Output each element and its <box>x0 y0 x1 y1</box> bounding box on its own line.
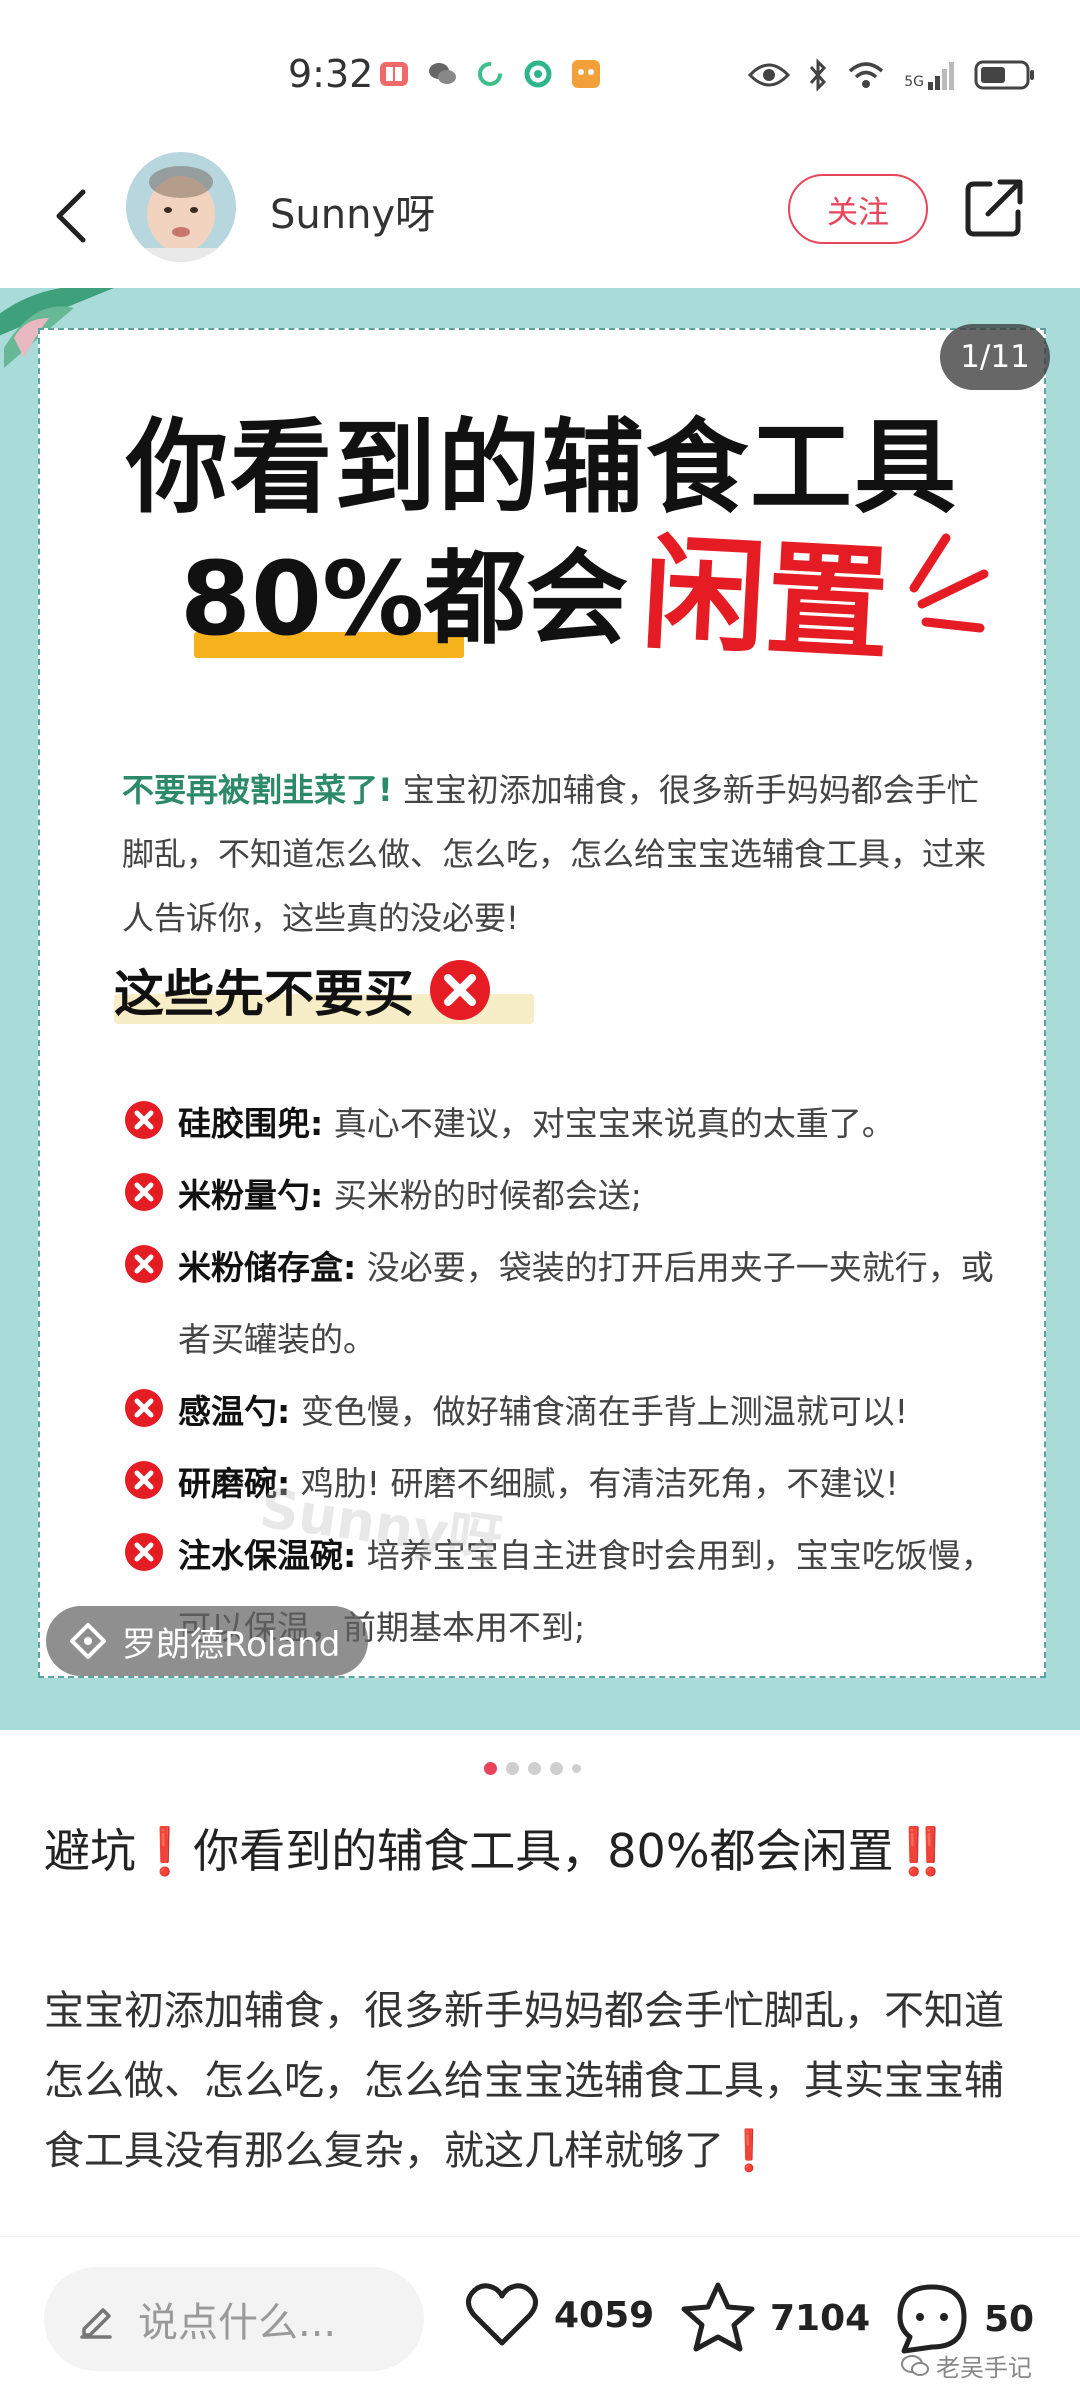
item-label: 米粉储存盒: <box>178 1248 357 1287</box>
exclamation-icon: ❗ <box>136 1824 194 1878</box>
eye-icon <box>748 63 791 87</box>
notification-icons <box>378 58 602 90</box>
infographic-title: 你看到的辅食工具 <box>126 409 958 528</box>
item-label: 感温勺: <box>178 1392 291 1431</box>
page-counter: 1/11 <box>940 324 1050 390</box>
share-icon <box>965 179 1023 237</box>
do-not-buy-list: 硅胶围兜: 真心不建议，对宝宝来说真的太重了。 米粉量勺: 买米粉的时候都会送;… <box>124 1088 1024 1664</box>
heart-icon <box>466 2283 538 2346</box>
x-circle-icon <box>125 1461 163 1499</box>
follow-button[interactable]: 关注 <box>788 174 928 244</box>
battery-icon <box>974 60 1034 90</box>
share-button[interactable] <box>962 176 1026 240</box>
x-circle-icon <box>125 1533 163 1571</box>
wechat-icon <box>429 63 456 84</box>
carousel-dot <box>506 1762 519 1775</box>
subtitle-red: 闲置 <box>638 521 894 679</box>
list-item: 米粉储存盒: 没必要，袋装的打开后用夹子一夹就行，或者买罐装的。 <box>124 1232 1024 1376</box>
post-title-part: 你看到的辅食工具，80%都会闲置 <box>193 1824 894 1878</box>
infographic-card: 你看到的辅食工具 80%都会 闲置 不要再被割韭菜了! 宝宝初添加辅食，很多新手… <box>38 328 1046 1678</box>
back-button[interactable] <box>40 178 100 254</box>
infographic-intro: 不要再被割韭菜了! 宝宝初添加辅食，很多新手妈妈都会手忙脚乱，不知道怎么做、怎么… <box>122 758 1002 950</box>
comment-placeholder: 说点什么... <box>138 2300 337 2346</box>
post-title-part: 避坑 <box>44 1824 136 1878</box>
like-count: 4059 <box>554 2294 655 2336</box>
source-watermark: 老吴手记 <box>900 2348 1032 2383</box>
carousel-indicator <box>484 1762 581 1775</box>
x-circle-icon <box>430 960 490 1020</box>
chevron-left-icon <box>56 189 86 243</box>
tag-icon <box>70 1623 106 1659</box>
item-text: 买米粉的时候都会送; <box>323 1176 642 1215</box>
like-button[interactable]: 4059 <box>464 2281 654 2349</box>
source-label: 老吴手记 <box>936 2354 1032 2382</box>
post-title: 避坑❗你看到的辅食工具，80%都会闲置‼️ <box>44 1812 1034 1890</box>
x-circle-icon <box>125 1173 163 1211</box>
network-type: 5G <box>904 74 924 90</box>
list-item: 硅胶围兜: 真心不建议，对宝宝来说真的太重了。 <box>124 1088 1024 1160</box>
wifi-icon <box>849 62 884 88</box>
comment-button[interactable]: 50 <box>894 2281 1034 2357</box>
intro-lead: 不要再被割韭菜了! <box>122 771 393 809</box>
status-bar: 9:32 5G <box>0 0 1080 150</box>
shop-app-icon <box>572 60 600 88</box>
item-label: 硅胶围兜: <box>178 1104 324 1143</box>
carousel-dot <box>572 1764 581 1773</box>
subtitle-plain: 80%都会 <box>180 540 629 659</box>
collect-button[interactable]: 7104 <box>680 2281 870 2355</box>
refresh-app-icon <box>524 60 552 88</box>
status-time: 9:32 <box>288 52 374 96</box>
exclamation-icon: ❗ <box>724 2128 774 2174</box>
brand-tag-label: 罗朗德Roland <box>122 1624 341 1665</box>
list-item: 感温勺: 变色慢，做好辅食滴在手背上测温就可以! <box>124 1376 1024 1448</box>
star-icon <box>681 2282 755 2352</box>
section-header: 这些先不要买 <box>114 950 534 1030</box>
author-avatar[interactable] <box>126 152 236 262</box>
comment-bubble-icon <box>897 2284 967 2354</box>
bluetooth-icon <box>810 58 827 92</box>
collect-count: 7104 <box>770 2297 871 2339</box>
item-text: 变色慢，做好辅食滴在手背上测温就可以! <box>290 1392 908 1431</box>
note-image-carousel[interactable]: 你看到的辅食工具 80%都会 闲置 不要再被割韭菜了! 宝宝初添加辅食，很多新手… <box>0 288 1080 1730</box>
carousel-dot-active <box>484 1762 497 1775</box>
x-circle-icon <box>125 1389 163 1427</box>
x-circle-icon <box>125 1245 163 1283</box>
cellular-signal-icon: 5G <box>904 60 956 90</box>
status-indicators: 5G <box>748 58 1036 92</box>
carousel-dot <box>528 1762 541 1775</box>
pencil-icon <box>80 2308 112 2339</box>
note-header: Sunny呀 关注 <box>0 150 1080 290</box>
comment-count: 50 <box>984 2298 1035 2340</box>
wechat-icon <box>901 2354 929 2376</box>
sync-icon <box>478 62 502 86</box>
comment-input[interactable]: 说点什么... <box>44 2267 424 2371</box>
item-text: 真心不建议，对宝宝来说真的太重了。 <box>323 1104 895 1143</box>
post-body-text: 宝宝初添加辅食，很多新手妈妈都会手忙脚乱，不知道怎么做、怎么吃，怎么给宝宝选辅食… <box>44 1988 1004 2174</box>
section-heading: 这些先不要买 <box>114 965 414 1023</box>
book-app-icon <box>380 62 408 86</box>
list-item: 米粉量勺: 买米粉的时候都会送; <box>124 1160 1024 1232</box>
author-name[interactable]: Sunny呀 <box>270 182 435 240</box>
item-label: 米粉量勺: <box>178 1176 324 1215</box>
double-exclamation-icon: ‼️ <box>893 1824 951 1878</box>
carousel-dot <box>550 1762 563 1775</box>
infographic-subtitle: 80%都会 闲置 <box>180 522 894 679</box>
burst-lines-decoration <box>909 533 989 633</box>
post-body: 宝宝初添加辅食，很多新手妈妈都会手忙脚乱，不知道怎么做、怎么吃，怎么给宝宝选辅食… <box>44 1976 1034 2186</box>
list-item: 研磨碗: 鸡肋! 研磨不细腻，有清洁死角，不建议! <box>124 1448 1024 1520</box>
x-circle-icon <box>125 1101 163 1139</box>
brand-tag[interactable]: 罗朗德Roland <box>46 1606 369 1676</box>
